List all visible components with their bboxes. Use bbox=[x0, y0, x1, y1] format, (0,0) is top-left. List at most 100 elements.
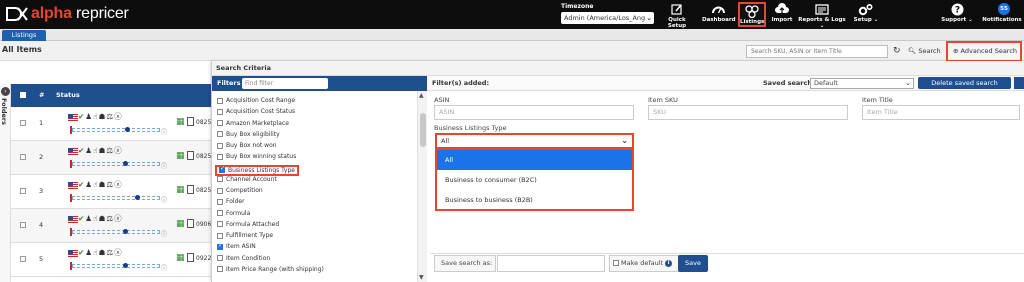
close-circle-icon[interactable]: ⓧ bbox=[114, 214, 123, 223]
dropdown-option-b2c[interactable]: Business to consumer (B2C) bbox=[437, 170, 632, 190]
folders-panel-toggle[interactable]: › Folders bbox=[0, 84, 11, 282]
table-row[interactable]: 1 ✔♟☝☗⚖ⓧ ⓘ ▦ 0825QN bbox=[11, 107, 220, 141]
row-checkbox[interactable] bbox=[20, 256, 26, 262]
filter-item[interactable]: Fulfillment Type bbox=[217, 232, 273, 243]
asin-input[interactable]: ASIN bbox=[434, 105, 634, 120]
search-input[interactable]: Search SKU, ASIN or Item Title bbox=[746, 45, 888, 58]
grid-icon[interactable]: ▦ bbox=[176, 185, 185, 195]
filter-checkbox[interactable] bbox=[217, 97, 223, 104]
document-icon[interactable] bbox=[187, 185, 194, 194]
row-checkbox[interactable] bbox=[20, 188, 26, 194]
save-search-name-input[interactable] bbox=[497, 255, 605, 272]
nav-quick-setup[interactable]: Quick Setup bbox=[660, 2, 694, 29]
advanced-search-button[interactable]: ⊕ Advanced Search ⌄ bbox=[946, 41, 1022, 72]
filter-item[interactable]: Folder bbox=[217, 198, 245, 209]
row-checkbox[interactable] bbox=[20, 222, 26, 228]
saved-search-menu-button[interactable] bbox=[1014, 77, 1024, 89]
close-circle-icon[interactable]: ⓧ bbox=[114, 146, 123, 155]
nav-dashboard[interactable]: Dashboard bbox=[702, 2, 736, 27]
filter-checkbox[interactable] bbox=[217, 221, 223, 228]
find-filter-input[interactable]: Find filter bbox=[242, 78, 328, 89]
close-circle-icon[interactable]: ⓧ bbox=[114, 180, 123, 189]
sku-input[interactable]: SKU bbox=[648, 105, 848, 120]
item-title-input[interactable]: Item Title bbox=[862, 105, 1020, 120]
close-circle-icon[interactable]: ⓧ bbox=[114, 248, 123, 257]
info-icon[interactable]: i bbox=[665, 259, 673, 267]
filter-item[interactable]: Business Listings Type bbox=[215, 164, 299, 176]
filter-checkbox[interactable] bbox=[217, 242, 223, 250]
document-icon[interactable] bbox=[187, 253, 194, 262]
filter-item[interactable]: Item ASIN bbox=[217, 242, 256, 254]
dropdown-option-all[interactable]: All bbox=[437, 150, 632, 170]
nav-reports-logs[interactable]: Reports & Logs ⌄ bbox=[798, 2, 846, 29]
info-icon[interactable]: ⓘ bbox=[161, 161, 167, 170]
filter-item[interactable]: Acquisition Cost Status bbox=[217, 108, 295, 119]
filter-checkbox[interactable] bbox=[217, 176, 223, 183]
saved-searches-select[interactable]: Default ⌄ bbox=[810, 78, 914, 89]
slider-handle[interactable] bbox=[134, 195, 140, 200]
grid-icon[interactable]: ▦ bbox=[176, 253, 185, 263]
filter-item[interactable]: Competition bbox=[217, 187, 263, 198]
document-icon[interactable] bbox=[187, 151, 194, 160]
select-all-checkbox[interactable] bbox=[20, 92, 26, 98]
filter-item[interactable]: Buy Box not won bbox=[217, 142, 277, 153]
filter-checkbox[interactable] bbox=[217, 210, 223, 216]
filter-item[interactable]: Buy Box winning status bbox=[217, 153, 296, 164]
document-icon[interactable] bbox=[187, 117, 194, 126]
scroll-up-icon[interactable]: ▲ bbox=[419, 92, 424, 99]
search-button[interactable]: 🔍︎ Search bbox=[908, 47, 941, 55]
grid-icon[interactable]: ▦ bbox=[176, 219, 185, 229]
grid-icon[interactable]: ▦ bbox=[176, 117, 185, 127]
tab-listings[interactable]: Listings bbox=[2, 30, 46, 41]
info-icon[interactable]: ⓘ bbox=[161, 195, 167, 204]
document-icon[interactable] bbox=[187, 219, 194, 228]
close-circle-icon[interactable]: ⓧ bbox=[114, 112, 123, 121]
delete-saved-search-button[interactable]: Delete saved search bbox=[918, 77, 1011, 89]
price-range-slider[interactable] bbox=[70, 194, 160, 202]
grid-icon[interactable]: ▦ bbox=[176, 151, 185, 161]
table-row[interactable]: 4 ✔♟☝☗⚖ⓧ ⓘ ▦ 0906QD bbox=[11, 209, 221, 243]
info-icon[interactable]: ⓘ bbox=[161, 127, 167, 136]
filter-checkbox[interactable] bbox=[217, 153, 223, 160]
filter-checkbox[interactable] bbox=[217, 198, 223, 205]
brand-logo[interactable]: alpha repricer bbox=[6, 5, 129, 23]
filter-checkbox[interactable] bbox=[217, 255, 223, 261]
table-row[interactable]: 5 ✔♟☝☗⚖ⓧ ⓘ ▦ 0922QZ bbox=[11, 243, 220, 277]
filter-item[interactable]: Amazon Marketplace bbox=[217, 120, 289, 131]
table-row[interactable]: 2 ✔♟☝☗⚖ⓧ ⓘ ▦ 0825Q9 bbox=[11, 141, 220, 175]
timezone-select[interactable]: Admin (America/Los_Ang ⌄ bbox=[561, 12, 654, 24]
row-checkbox[interactable] bbox=[20, 154, 26, 160]
filter-checkbox[interactable] bbox=[219, 165, 225, 173]
filter-checkbox[interactable] bbox=[217, 266, 223, 273]
filter-list-scrollbar[interactable]: ▲ ▼ bbox=[417, 91, 427, 282]
slider-handle[interactable] bbox=[122, 263, 128, 268]
dropdown-option-b2b[interactable]: Business to business (B2B) bbox=[437, 190, 632, 210]
scrollbar-thumb[interactable] bbox=[420, 113, 426, 147]
filter-item[interactable]: Item Price Range (with shipping) bbox=[217, 266, 324, 277]
price-range-slider[interactable] bbox=[70, 262, 160, 270]
filter-item[interactable]: Formula bbox=[217, 210, 250, 221]
nav-listings[interactable]: Listings bbox=[738, 2, 766, 27]
filter-checkbox[interactable] bbox=[217, 187, 223, 194]
info-icon[interactable]: ⓘ bbox=[161, 263, 167, 272]
filter-checkbox[interactable] bbox=[217, 120, 223, 126]
nav-setup[interactable]: Setup ⌄ bbox=[853, 2, 879, 27]
column-header-status[interactable]: Status bbox=[56, 91, 80, 99]
filter-item[interactable]: Acquisition Cost Range bbox=[217, 97, 295, 108]
scroll-down-icon[interactable]: ▼ bbox=[419, 274, 424, 281]
price-range-slider[interactable] bbox=[70, 160, 160, 168]
row-checkbox[interactable] bbox=[20, 120, 26, 126]
info-icon[interactable]: ⓘ bbox=[161, 229, 167, 238]
filter-item[interactable]: Item Condition bbox=[217, 255, 270, 266]
make-default-checkbox[interactable] bbox=[613, 260, 619, 266]
nav-support[interactable]: ? Support ⌄ bbox=[940, 2, 974, 27]
price-range-slider[interactable] bbox=[70, 126, 160, 134]
filter-item[interactable]: Channel Account bbox=[217, 176, 277, 187]
price-range-slider[interactable] bbox=[70, 228, 160, 236]
filter-item[interactable]: Buy Box eligibility bbox=[217, 131, 280, 142]
slider-handle[interactable] bbox=[124, 127, 130, 132]
reset-search-icon[interactable]: ↻ bbox=[893, 46, 901, 56]
slider-handle[interactable] bbox=[122, 161, 128, 166]
filter-checkbox[interactable] bbox=[217, 142, 223, 149]
filter-checkbox[interactable] bbox=[217, 232, 223, 239]
